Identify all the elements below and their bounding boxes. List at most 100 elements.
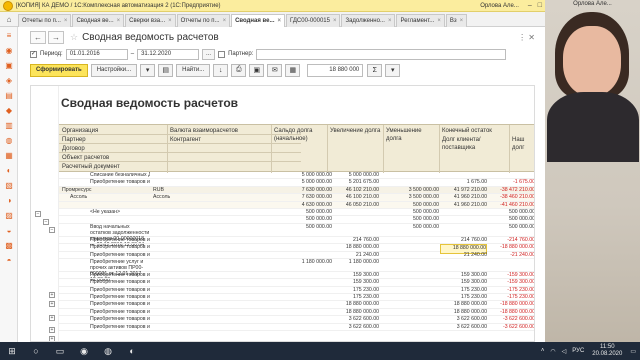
back-button[interactable]: ← bbox=[30, 30, 46, 44]
table-row[interactable]: Приобретение услуг и прочих активов ПР00… bbox=[59, 259, 534, 283]
chrome-icon[interactable]: ◉ bbox=[76, 344, 92, 358]
tab-close-icon[interactable]: × bbox=[64, 18, 68, 24]
clock[interactable]: 11:50 20.08.2020 bbox=[592, 344, 622, 358]
table-row[interactable]: Приобретение товаров и услуг ПР00-000012… bbox=[59, 272, 534, 280]
section-icon-12[interactable]: ▨ bbox=[3, 211, 15, 221]
tab-3[interactable]: Отчеты по п... × bbox=[176, 13, 231, 27]
period-select-button[interactable]: ... bbox=[202, 48, 216, 60]
period-checkbox[interactable]: ✓ bbox=[30, 50, 37, 58]
minimize-icon[interactable]: – bbox=[528, 2, 532, 9]
table-row[interactable]: Приобретение товаров и услуг ПР00-000003… bbox=[59, 287, 534, 295]
tab-close-icon[interactable]: × bbox=[168, 18, 172, 24]
tab-0[interactable]: Отчеты по п... × bbox=[18, 13, 72, 27]
tab-close-icon[interactable]: × bbox=[460, 18, 464, 24]
section-icon-3[interactable]: ◈ bbox=[3, 76, 15, 86]
current-user[interactable]: Орлова Але... bbox=[480, 3, 519, 9]
section-icon-2[interactable]: ▣ bbox=[3, 61, 15, 71]
app-1c-icon[interactable]: ◍ bbox=[100, 344, 116, 358]
table-row[interactable]: Ассоль Ассоль 7 630 000.00 46 100 210.00 3 5… bbox=[59, 194, 534, 202]
table-row[interactable]: 4 630 000.00 46 050 210.00 500 000.00 41 96… bbox=[59, 201, 534, 209]
section-icon-11[interactable]: ◑ bbox=[3, 196, 15, 206]
expand-icon[interactable]: ▤ bbox=[158, 63, 174, 77]
office-icon[interactable]: ◐ bbox=[124, 344, 140, 358]
expand-toggle-icon[interactable]: − bbox=[35, 211, 41, 217]
expand-toggle-icon[interactable]: − bbox=[43, 219, 49, 225]
tab-2[interactable]: Сверки вза... × bbox=[125, 13, 176, 27]
expand-toggle-icon[interactable]: − bbox=[49, 227, 55, 233]
maximize-icon[interactable]: □ bbox=[538, 2, 542, 9]
notifications-icon[interactable]: ▭ bbox=[630, 348, 636, 355]
section-icon-5[interactable]: ◆ bbox=[3, 106, 15, 116]
table-row[interactable]: Приобретение товаров и услуг ПР00-000003… bbox=[59, 294, 534, 302]
table-row[interactable]: Приобретение товаров и услуг ДС00-000004… bbox=[59, 179, 534, 187]
partner-input[interactable] bbox=[256, 48, 507, 60]
sum-icon[interactable]: Σ bbox=[367, 63, 383, 77]
table-row[interactable]: Приобретение товаров и услуг ПР00-000010… bbox=[59, 324, 534, 332]
find-next-icon[interactable]: ↓ bbox=[213, 63, 229, 77]
tab-close-icon[interactable]: × bbox=[117, 18, 121, 24]
date-from-input[interactable]: 01.01.2016 bbox=[65, 48, 128, 60]
section-icon-7[interactable]: ◍ bbox=[3, 136, 15, 146]
expand-toggle-icon[interactable]: + bbox=[49, 327, 55, 333]
table-row[interactable]: Промресурс RUB 7 630 000.00 46 102 210.00 3 … bbox=[59, 186, 534, 195]
tray-arrow-icon[interactable]: ˄ bbox=[541, 348, 545, 354]
explorer-icon[interactable]: ▭ bbox=[52, 344, 68, 358]
expand-toggle-icon[interactable]: + bbox=[49, 292, 55, 298]
partner-checkbox[interactable] bbox=[218, 50, 226, 58]
section-icon-8[interactable]: ▦ bbox=[3, 151, 15, 161]
expand-toggle-icon[interactable]: + bbox=[49, 315, 55, 321]
tab-8[interactable]: Вз × bbox=[445, 13, 468, 27]
table-row[interactable]: Ввод начальных остатков задолженности кл… bbox=[59, 224, 534, 248]
variant-icon[interactable]: ▾ bbox=[140, 63, 156, 77]
find-button[interactable]: Найти... bbox=[176, 63, 211, 77]
tab-close-icon[interactable]: × bbox=[278, 18, 282, 24]
volume-icon[interactable]: ◁ bbox=[562, 348, 567, 355]
table-row[interactable]: <Не указан> 500 000.00 500 000.00 500 000.0… bbox=[59, 209, 534, 217]
table-row[interactable]: Приобретение товаров и услуг ПР00-000010… bbox=[59, 316, 534, 324]
table-row[interactable]: Приобретение товаров и услуг ПР00-000004… bbox=[59, 301, 534, 309]
tab-close-icon[interactable]: × bbox=[388, 18, 392, 24]
section-icon-13[interactable]: ◒ bbox=[3, 226, 15, 236]
date-to-input[interactable]: 31.12.2020 bbox=[137, 48, 200, 60]
tab-close-icon[interactable]: × bbox=[437, 18, 441, 24]
forward-button[interactable]: → bbox=[48, 30, 64, 44]
table-row[interactable]: Приобретение товаров и услуг ПР00-000012… bbox=[59, 279, 534, 287]
table-row[interactable]: Приобретение товаров и услуг ПР00-000013… bbox=[59, 244, 534, 254]
print-icon[interactable]: ⎙ bbox=[231, 63, 247, 77]
more-actions-icon[interactable]: ▦ bbox=[285, 63, 301, 77]
section-icon-1[interactable]: ◉ bbox=[3, 46, 15, 56]
table-row[interactable]: Приобретение товаров и услуг ПР00-000007… bbox=[59, 252, 534, 259]
tab-close-icon[interactable]: × bbox=[333, 18, 337, 24]
table-row[interactable]: Приобретение товаров и услуг ПР00-000006… bbox=[59, 237, 534, 245]
section-icon-9[interactable]: ◐ bbox=[3, 166, 15, 176]
language-indicator[interactable]: РУС bbox=[572, 348, 584, 354]
section-icon-15[interactable]: ◓ bbox=[3, 256, 15, 266]
table-row[interactable]: Приобретение товаров и услуг ПР00-000004… bbox=[59, 309, 534, 317]
sum-dropdown-icon[interactable]: ▾ bbox=[385, 63, 401, 77]
tab-6[interactable]: Задолженно... × bbox=[341, 13, 396, 27]
home-icon[interactable]: ⌂ bbox=[0, 12, 18, 26]
email-icon[interactable]: ✉ bbox=[267, 63, 283, 77]
network-icon[interactable]: ◠ bbox=[550, 348, 555, 355]
tab-4[interactable]: Сводная ве... × bbox=[231, 13, 286, 27]
expand-toggle-icon[interactable]: + bbox=[49, 301, 55, 307]
tab-5[interactable]: ГДС00-000015 × bbox=[286, 13, 341, 27]
start-icon[interactable]: ⊞ bbox=[4, 344, 20, 358]
report-document[interactable]: − − − + + + + + Сводная ведомость расчетов Орга… bbox=[30, 85, 535, 342]
section-icon-10[interactable]: ▧ bbox=[3, 181, 15, 191]
menu-icon[interactable]: ≡ bbox=[3, 31, 15, 41]
settings-button[interactable]: Настройки... bbox=[90, 63, 138, 77]
form-menu-icon[interactable]: ⋮ ✕ bbox=[518, 33, 535, 42]
search-icon[interactable]: ○ bbox=[28, 344, 44, 358]
table-row[interactable]: 500 000.00 500 000.00 500 000.00 bbox=[59, 216, 534, 224]
section-icon-6[interactable]: ▥ bbox=[3, 121, 15, 131]
tab-close-icon[interactable]: × bbox=[223, 18, 227, 24]
tab-7[interactable]: Регламент... × bbox=[396, 13, 445, 27]
favorite-star-icon[interactable]: ☆ bbox=[70, 32, 78, 43]
tab-1[interactable]: Сводная ве... × bbox=[72, 13, 125, 27]
generate-button[interactable]: Сформировать bbox=[30, 63, 88, 77]
section-icon-14[interactable]: ▩ bbox=[3, 241, 15, 251]
section-icon-4[interactable]: ▤ bbox=[3, 91, 15, 101]
save-icon[interactable]: ▣ bbox=[249, 63, 265, 77]
table-row[interactable]: Списание безналичных ДС ДС00-000016 от 2… bbox=[59, 172, 534, 180]
